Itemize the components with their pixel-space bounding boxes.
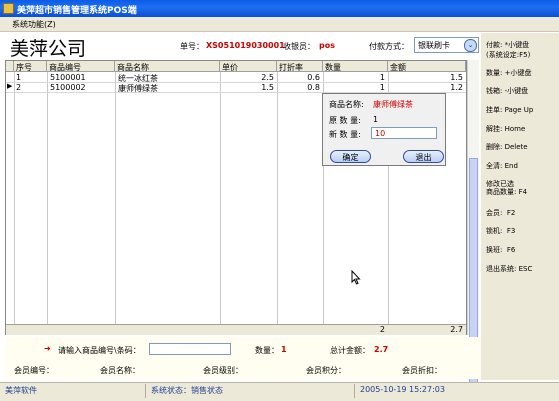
shortcut-cashbox: 钱箱: -小键盘 <box>486 87 529 95</box>
row-seq: 2 <box>16 83 22 92</box>
col-seq[interactable]: 序号 <box>14 61 47 72</box>
row-discount: 0.6 <box>307 73 320 82</box>
original-qty-label: 原 数 量: <box>329 116 361 125</box>
company-name: 美萍公司 <box>10 38 87 60</box>
bottom-qty-value: 1 <box>281 345 287 354</box>
member-name-label: 会员名称： <box>100 366 140 375</box>
cashier-name: pos <box>319 41 335 50</box>
row-price: 1.5 <box>261 83 274 92</box>
new-qty-input[interactable] <box>371 127 437 139</box>
member-level-label: 会员级别： <box>203 366 243 375</box>
row-discount: 0.8 <box>307 83 320 92</box>
status-divider <box>354 384 355 398</box>
member-discount-label: 会员折扣： <box>402 366 442 375</box>
grid-line <box>220 72 221 324</box>
row-name: 康师傅绿茶 <box>118 84 158 93</box>
vertical-scrollbar[interactable] <box>467 60 479 385</box>
shortcut-member: 会员: F2 <box>486 209 516 217</box>
shortcut-clear: 全清: End <box>486 162 518 170</box>
app-icon <box>3 3 14 14</box>
window-title: 美萍超市销售管理系统POS端 <box>17 6 137 16</box>
product-name-label: 商品名称: <box>329 100 364 109</box>
payment-select[interactable]: 银联刷卡 ⌄ <box>414 37 479 53</box>
grid-line <box>277 72 278 324</box>
col-discount[interactable]: 打折率 <box>277 61 323 72</box>
chevron-down-icon[interactable]: ⌄ <box>464 39 477 52</box>
row-price: 2.5 <box>261 73 274 82</box>
row-qty: 1 <box>379 83 385 92</box>
grid-line <box>115 72 116 324</box>
original-qty-value: 1 <box>373 115 379 124</box>
payment-label: 付款方式： <box>369 42 409 51</box>
shortcut-lock: 锁机: F3 <box>486 227 516 235</box>
new-qty-label: 新 数 量: <box>329 130 361 139</box>
edit-quantity-dialog: 商品名称: 康师傅绿茶 原 数 量: 1 新 数 量: 确定 退出 <box>322 93 446 166</box>
row-code: 5100001 <box>50 73 86 82</box>
shortcut-shift: 换班: F6 <box>486 246 516 254</box>
menu-system[interactable]: 系统功能(Z) <box>12 19 56 30</box>
row-amount: 1.5 <box>450 73 463 82</box>
mouse-cursor-icon <box>351 270 361 285</box>
menu-bar: 系统功能(Z) <box>0 17 559 32</box>
bottom-qty-label: 数量： <box>255 346 279 355</box>
row-qty: 1 <box>379 73 385 82</box>
grid-line <box>14 72 15 324</box>
shortcut-pay: 付款: *小键盘 <box>486 41 530 49</box>
barcode-input[interactable] <box>149 343 231 355</box>
total-amount-value: 2.7 <box>374 345 389 354</box>
row-pointer-icon: ▶ <box>7 82 13 90</box>
col-amount[interactable]: 金额 <box>388 61 466 72</box>
status-brand: 美萍软件 <box>5 386 37 395</box>
order-number: XS051019030001 <box>206 41 285 50</box>
shortcut-exit: 退出系统: ESC <box>486 265 533 273</box>
product-name-value: 康师傅绿茶 <box>373 100 413 109</box>
header-indicator <box>6 61 14 72</box>
col-name[interactable]: 商品名称 <box>115 61 220 72</box>
status-state: 系统状态：销售状态 <box>151 386 223 395</box>
total-amount: 2.7 <box>450 325 463 334</box>
arrow-right-icon: ➜ <box>44 344 51 353</box>
shortcut-modify-qty: 商品数量: F4 <box>486 188 528 196</box>
total-amount-label: 总计金额： <box>330 346 370 355</box>
shortcut-hold: 挂单: Page Up <box>486 106 534 114</box>
confirm-button[interactable]: 确定 <box>330 150 371 163</box>
shortcut-qty: 数量: +小键盘 <box>486 69 532 77</box>
title-bar: 美萍超市销售管理系统POS端 <box>0 0 559 17</box>
exit-button[interactable]: 退出 <box>403 150 444 163</box>
shortcut-pay-note: (系统设定:F5) <box>486 51 531 59</box>
payment-value: 银联刷卡 <box>418 41 450 50</box>
shortcut-unhold: 解挂: Home <box>486 125 526 133</box>
status-divider <box>145 384 146 398</box>
row-seq: 1 <box>16 73 22 82</box>
status-datetime: 2005-10-19 15:27:03 <box>360 385 445 394</box>
shortcut-delete: 删除: Delete <box>486 143 528 151</box>
member-no-label: 会员编号： <box>14 366 54 375</box>
cashier-label: 收银员： <box>283 42 315 51</box>
row-amount: 1.2 <box>450 83 463 92</box>
col-price[interactable]: 单价 <box>220 61 277 72</box>
total-qty: 2 <box>379 325 385 334</box>
barcode-label: 请输入商品编号\条码： <box>58 346 141 355</box>
status-bar <box>0 382 559 401</box>
col-code[interactable]: 商品编号 <box>47 61 115 72</box>
grid-line <box>47 72 48 324</box>
row-code: 5100002 <box>50 83 86 92</box>
col-qty[interactable]: 数量 <box>323 61 388 72</box>
member-points-label: 会员积分： <box>306 366 346 375</box>
order-label: 单号： <box>180 42 204 51</box>
